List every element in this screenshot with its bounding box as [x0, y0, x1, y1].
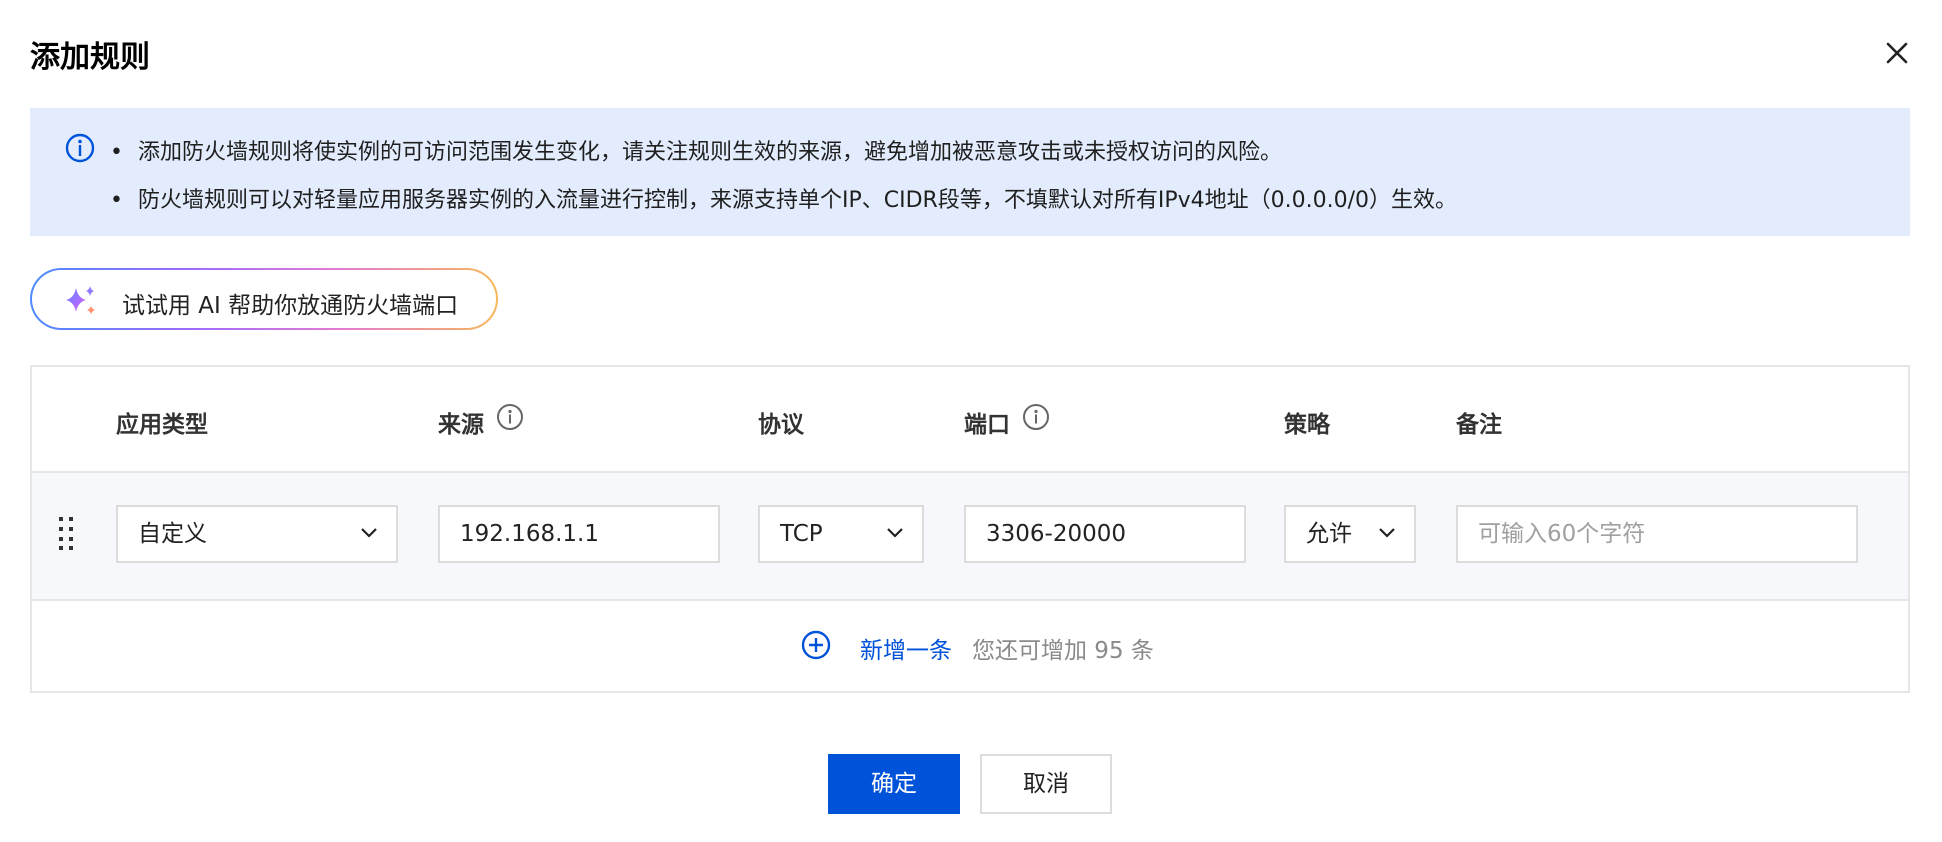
chevron-down-icon — [1379, 528, 1395, 538]
protocol-select[interactable]: TCP — [758, 505, 924, 563]
info-icon[interactable] — [1022, 403, 1050, 431]
sparkle-icon — [66, 286, 95, 314]
policy-value: 允许 — [1306, 521, 1352, 547]
header-policy: 策略 — [1284, 412, 1330, 438]
close-icon[interactable] — [1884, 40, 1910, 66]
header-app-type: 应用类型 — [116, 412, 208, 438]
notice-banner: • 添加防火墙规则将使实例的可访问范围发生变化，请关注规则生效的来源，避免增加被恶… — [30, 108, 1910, 236]
protocol-value: TCP — [780, 521, 823, 547]
remaining-count: 您还可增加 95 条 — [972, 638, 1154, 664]
notice-text-1: 添加防火墙规则将使实例的可访问范围发生变化，请关注规则生效的来源，避免增加被恶意… — [138, 140, 1283, 165]
header-source: 来源 — [438, 412, 484, 438]
source-value: 192.168.1.1 — [460, 521, 599, 547]
source-input[interactable]: 192.168.1.1 — [438, 505, 720, 563]
notice-text-2: 防火墙规则可以对轻量应用服务器实例的入流量进行控制，来源支持单个IP、CIDR段… — [138, 188, 1457, 213]
add-rule-link[interactable]: 新增一条 — [860, 631, 952, 665]
rules-table: 应用类型 来源 协议 端口 策略 备注 自定义 192.168.1.1 TCP … — [30, 365, 1910, 693]
header-port: 端口 — [964, 412, 1010, 438]
ai-assist-label: 试试用 AI 帮助你放通防火墙端口 — [122, 293, 459, 319]
table-row: 自定义 192.168.1.1 TCP 3306-20000 允许 可输入60个… — [32, 473, 1908, 601]
info-icon[interactable] — [496, 403, 524, 431]
add-rule-row: 新增一条 您还可增加 95 条 — [32, 601, 1908, 691]
info-icon — [65, 133, 95, 163]
confirm-button[interactable]: 确定 — [828, 754, 960, 814]
app-type-value: 自定义 — [138, 521, 207, 547]
port-input[interactable]: 3306-20000 — [964, 505, 1246, 563]
app-type-select[interactable]: 自定义 — [116, 505, 398, 563]
drag-handle-icon[interactable] — [56, 515, 78, 551]
chevron-down-icon — [887, 528, 903, 538]
table-header: 应用类型 来源 协议 端口 策略 备注 — [32, 367, 1908, 473]
remark-placeholder: 可输入60个字符 — [1478, 521, 1646, 547]
header-remark: 备注 — [1456, 412, 1502, 438]
port-value: 3306-20000 — [986, 521, 1126, 547]
bullet: • — [110, 140, 123, 165]
ai-assist-button[interactable]: 试试用 AI 帮助你放通防火墙端口 — [30, 268, 498, 330]
bullet: • — [110, 188, 123, 213]
notice-line-1: • 添加防火墙规则将使实例的可访问范围发生变化，请关注规则生效的来源，避免增加被恶… — [110, 134, 1282, 166]
dialog-title: 添加规则 — [30, 40, 150, 75]
remark-input[interactable]: 可输入60个字符 — [1456, 505, 1858, 563]
policy-select[interactable]: 允许 — [1284, 505, 1416, 563]
add-circle-icon[interactable] — [800, 629, 832, 661]
notice-line-2: • 防火墙规则可以对轻量应用服务器实例的入流量进行控制，来源支持单个IP、CIDR… — [110, 182, 1457, 214]
cancel-button[interactable]: 取消 — [980, 754, 1112, 814]
chevron-down-icon — [361, 528, 377, 538]
header-protocol: 协议 — [758, 412, 804, 438]
